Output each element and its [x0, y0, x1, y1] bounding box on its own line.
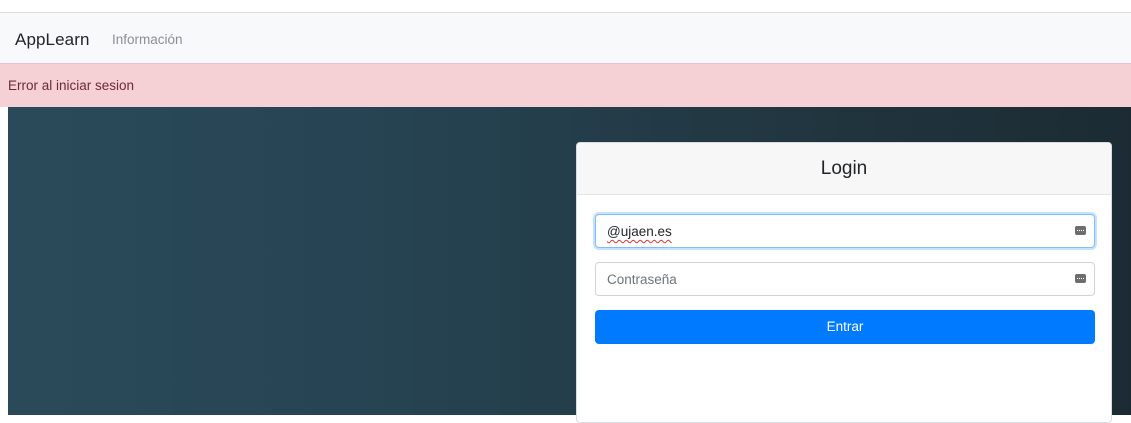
error-alert: Error al iniciar sesion — [0, 63, 1131, 107]
email-field-value: @ujaen.es — [607, 224, 672, 239]
nav-link-informacion[interactable]: Información — [112, 32, 183, 47]
navbar-brand[interactable]: AppLearn — [15, 30, 90, 50]
login-card-header: Login — [577, 143, 1111, 195]
password-field-placeholder: Contraseña — [607, 272, 677, 287]
alert-message: Error al iniciar sesion — [8, 78, 135, 93]
keyboard-icon[interactable] — [1075, 226, 1086, 235]
email-field[interactable]: @ujaen.es — [595, 214, 1095, 248]
login-card: Login @ujaen.es Contraseña Entrar — [576, 142, 1112, 423]
keyboard-icon[interactable] — [1075, 274, 1086, 283]
login-submit-button[interactable]: Entrar — [595, 310, 1095, 344]
navbar: AppLearn Información — [0, 13, 1131, 63]
login-title: Login — [820, 158, 868, 179]
password-field[interactable]: Contraseña — [595, 262, 1095, 296]
page-left-edge — [0, 107, 8, 415]
